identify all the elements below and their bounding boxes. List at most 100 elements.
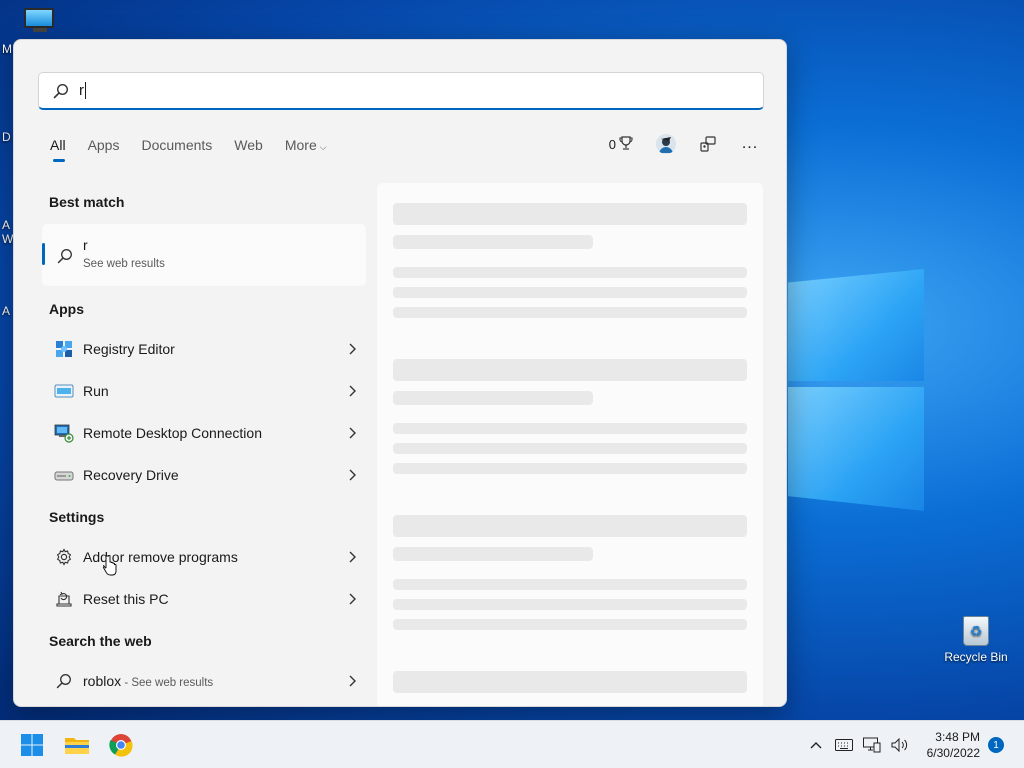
trophy-icon (618, 135, 634, 154)
tab-web[interactable]: Web (234, 137, 263, 161)
loading-placeholder (393, 463, 747, 474)
text-caret (85, 82, 86, 100)
loading-placeholder (393, 287, 747, 298)
chevron-right-icon[interactable] (344, 343, 360, 355)
clock-date: 6/30/2022 (926, 746, 980, 760)
file-explorer-taskbar-button[interactable] (61, 729, 93, 761)
notification-badge[interactable]: 1 (988, 737, 1004, 753)
settings-result-reset-this-pc[interactable]: Reset this PC (42, 579, 366, 619)
settings-result-label: Reset this PC (83, 591, 169, 607)
tab-documents[interactable]: Documents (141, 137, 212, 161)
settings-result-add-remove-programs[interactable]: Add or remove programs (42, 537, 366, 577)
search-toolbar: 0 ... (609, 134, 760, 154)
network-icon[interactable] (861, 735, 883, 755)
chevron-right-icon[interactable] (344, 593, 360, 605)
this-pc-desktop-icon[interactable] (24, 8, 56, 34)
recovery-drive-icon (53, 464, 75, 486)
app-result-label: Registry Editor (83, 341, 175, 357)
share-devices-icon[interactable] (698, 134, 718, 154)
section-title-search-web: Search the web (49, 633, 152, 649)
loading-placeholder (393, 203, 747, 225)
app-result-run[interactable]: Run (42, 371, 366, 411)
reset-pc-icon (53, 588, 75, 610)
section-title-apps: Apps (49, 301, 84, 317)
search-filter-tabs: All Apps Documents Web More ⌵ (50, 137, 327, 162)
remote-desktop-icon (53, 422, 75, 444)
chevron-right-icon[interactable] (344, 551, 360, 563)
loading-placeholder (393, 619, 747, 630)
search-icon (57, 248, 73, 267)
recycle-bin-desktop-icon[interactable]: ♻ Recycle Bin (940, 616, 1012, 664)
app-result-registry-editor[interactable]: Registry Editor (42, 329, 366, 369)
best-match-subtitle: See web results (83, 258, 165, 270)
volume-icon[interactable] (889, 735, 911, 755)
search-input[interactable]: r (38, 72, 764, 110)
tab-apps[interactable]: Apps (88, 137, 120, 161)
web-result-suffix: - See web results (121, 677, 214, 689)
tab-all[interactable]: All (50, 137, 66, 162)
loading-placeholder (393, 547, 593, 561)
section-title-settings: Settings (49, 509, 105, 525)
chrome-icon (109, 734, 133, 757)
show-hidden-icons-chevron-up-icon[interactable] (805, 735, 827, 755)
app-result-label: Remote Desktop Connection (83, 425, 262, 441)
web-result-query: roblox (83, 673, 122, 689)
loading-placeholder (393, 235, 593, 249)
desktop-icon-label-partial: M (2, 42, 12, 56)
loading-placeholder (393, 671, 747, 693)
tab-more[interactable]: More ⌵ (285, 137, 327, 161)
windows-wallpaper-logo (780, 255, 930, 515)
search-icon (53, 670, 75, 692)
taskbar-clock[interactable]: 3:48 PM 6/30/2022 (927, 729, 980, 761)
start-button[interactable] (16, 729, 48, 761)
desktop-icon-label-partial: A (2, 304, 11, 318)
settings-result-label: Add or remove programs (83, 549, 238, 565)
loading-placeholder (393, 423, 747, 434)
chrome-taskbar-button[interactable] (105, 729, 137, 761)
chevron-right-icon[interactable] (344, 469, 360, 481)
selection-indicator (42, 243, 45, 265)
section-title-best-match: Best match (49, 194, 125, 210)
web-result-roblox[interactable]: roblox - See web results (42, 661, 366, 701)
best-match-result[interactable]: r See web results (42, 224, 366, 286)
run-icon (53, 380, 75, 402)
mouse-pointer-icon (103, 555, 117, 576)
loading-placeholder (393, 599, 747, 610)
loading-placeholder (393, 579, 747, 590)
more-options-button[interactable]: ... (740, 134, 760, 154)
loading-placeholder (393, 391, 593, 405)
loading-placeholder (393, 267, 747, 278)
system-tray: 3:48 PM 6/30/2022 1 (805, 721, 1024, 768)
search-query-text[interactable]: r (79, 82, 86, 100)
account-avatar[interactable] (656, 134, 676, 154)
clock-time: 3:48 PM (935, 730, 980, 744)
app-result-label: Run (83, 383, 109, 399)
desktop-icon-label-partial: A (2, 218, 11, 232)
desktop-icon-label-partial: D (2, 130, 11, 144)
recycle-bin-icon: ♻ (963, 616, 989, 646)
gear-icon (53, 546, 75, 568)
tab-more-label: More (284, 137, 317, 153)
chevron-right-icon[interactable] (344, 675, 360, 687)
recycle-bin-label: Recycle Bin (944, 650, 1008, 664)
app-result-label: Recovery Drive (83, 467, 179, 483)
registry-editor-icon (53, 338, 75, 360)
web-result-label: roblox - See web results (83, 673, 344, 689)
app-result-remote-desktop-connection[interactable]: Remote Desktop Connection (42, 413, 366, 453)
taskbar: 3:48 PM 6/30/2022 1 (0, 720, 1024, 768)
keyboard-icon[interactable] (833, 735, 855, 755)
search-panel: r All Apps Documents Web More ⌵ 0 ... Bes… (13, 39, 787, 707)
app-result-recovery-drive[interactable]: Recovery Drive (42, 455, 366, 495)
best-match-title: r (83, 237, 88, 253)
chevron-right-icon[interactable] (344, 385, 360, 397)
loading-placeholder (393, 443, 747, 454)
search-icon (53, 83, 69, 99)
desktop-icon-label-partial: W (2, 232, 14, 246)
chevron-right-icon[interactable] (344, 427, 360, 439)
preview-pane-loading (377, 183, 763, 706)
rewards-points-button[interactable]: 0 (609, 135, 634, 154)
rewards-points-value: 0 (608, 136, 616, 152)
file-explorer-icon (65, 738, 89, 754)
chevron-down-icon: ⌵ (319, 142, 327, 152)
loading-placeholder (393, 515, 747, 537)
